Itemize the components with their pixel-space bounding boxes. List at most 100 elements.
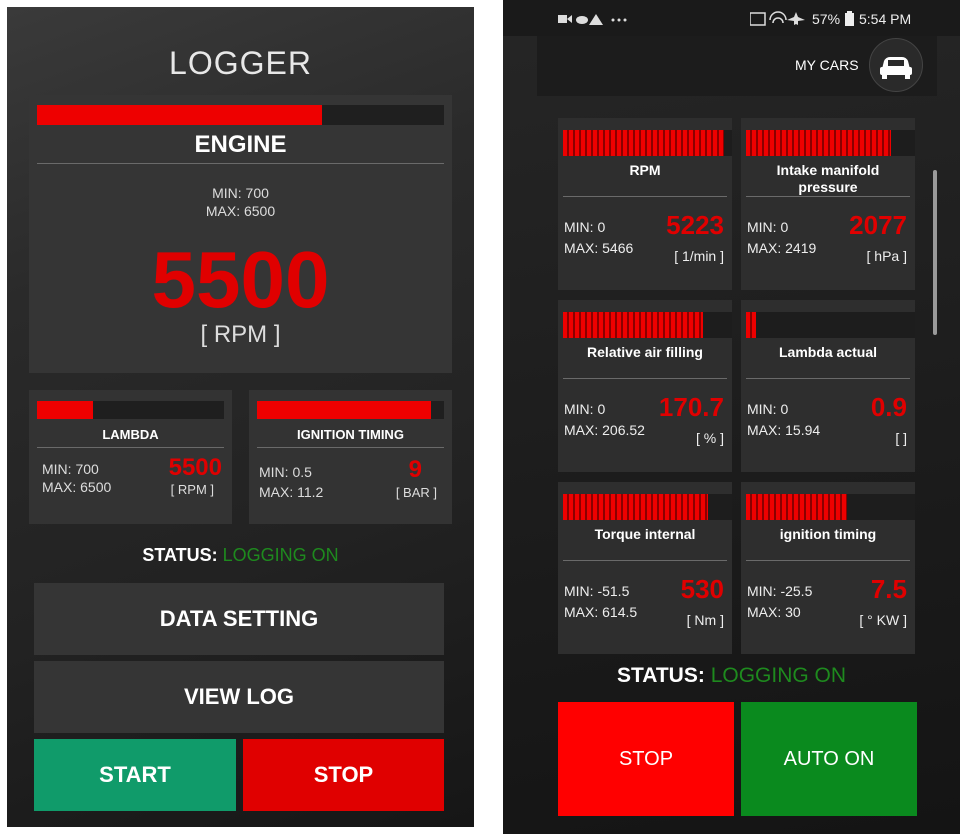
clock: 5:54 PM xyxy=(859,11,912,27)
lambda-level-bar xyxy=(37,401,224,419)
logger-screen: LOGGER ENGINE MIN: 700 MAX: 6500 5500 [ … xyxy=(7,7,474,827)
metric-min: MIN: 0 xyxy=(564,219,606,235)
metric-value: 530 xyxy=(680,574,724,604)
ignition-value: 9 xyxy=(408,456,422,483)
metric-level-fill xyxy=(563,494,709,520)
engine-min: MIN: 700 xyxy=(212,185,269,201)
notification-icons xyxy=(558,14,627,25)
lambda-label: LAMBDA xyxy=(102,427,159,442)
metric-min: MIN: 0 xyxy=(747,401,789,417)
metric-card: Intake manifold pressure MIN: 0 MAX: 2419 2… xyxy=(741,118,915,290)
metric-level-fill xyxy=(746,312,757,338)
status-label: STATUS: xyxy=(142,545,218,565)
page-title: LOGGER xyxy=(169,45,312,81)
engine-label: ENGINE xyxy=(194,131,287,158)
metric-title: ignition timing xyxy=(779,526,877,542)
ignition-unit: [ BAR ] xyxy=(395,485,437,500)
metric-level-fill xyxy=(746,130,892,156)
metric-title: RPM xyxy=(629,162,661,178)
engine-unit: [ RPM ] xyxy=(200,321,281,348)
metric-unit: [ % ] xyxy=(695,430,724,446)
metric-card: RPM MIN: 0 MAX: 5466 5223 [ 1/min ] xyxy=(558,118,732,290)
metric-min: MIN: 0 xyxy=(564,401,606,417)
lambda-unit: [ RPM ] xyxy=(170,482,214,497)
ignition-label: IGNITION TIMING xyxy=(297,427,404,442)
engine-level-bar xyxy=(37,105,444,125)
divider xyxy=(257,447,444,448)
divider xyxy=(563,378,727,379)
engine-max: MAX: 6500 xyxy=(205,203,276,219)
metric-level-bar xyxy=(746,312,915,338)
status-value: LOGGING ON xyxy=(710,664,847,687)
metric-level-fill xyxy=(746,494,848,520)
engine-value: 5500 xyxy=(151,235,330,324)
metric-min: MIN: -25.5 xyxy=(747,583,813,599)
divider xyxy=(746,196,910,197)
metric-unit: [ ° KW ] xyxy=(859,612,907,628)
ignition-min: MIN: 0.5 xyxy=(259,464,312,480)
ignition-level-fill xyxy=(257,401,431,419)
metric-title: Relative air filling xyxy=(587,344,703,360)
metric-max: MAX: 15.94 xyxy=(747,422,821,438)
status-line: STATUS: LOGGING ON xyxy=(7,545,474,566)
divider xyxy=(746,378,910,379)
metric-card: ignition timing MIN: -25.5 MAX: 30 7.5 [ ° K… xyxy=(741,482,915,654)
auto-on-button[interactable]: AUTO ON xyxy=(741,702,917,816)
engine-level-fill xyxy=(37,105,322,125)
stop-button[interactable]: STOP xyxy=(243,739,444,811)
lambda-level-fill xyxy=(37,401,94,419)
metric-max: MAX: 5466 xyxy=(564,240,634,256)
divider xyxy=(37,447,224,448)
metric-min: MIN: -51.5 xyxy=(564,583,630,599)
metric-level-bar xyxy=(563,312,732,338)
app-screen: 57% 5:54 PM MY CARS RPM MIN: 0 MAX: 5466 52… xyxy=(503,0,960,834)
metric-level-bar xyxy=(563,130,732,156)
metric-max: MAX: 614.5 xyxy=(564,604,638,620)
metric-card: Torque internal MIN: -51.5 MAX: 614.5 530 [ … xyxy=(558,482,732,654)
my-cars-button[interactable] xyxy=(869,38,923,92)
system-icons xyxy=(750,11,805,26)
battery-icon xyxy=(845,11,854,26)
view-log-button[interactable]: VIEW LOG xyxy=(34,661,444,733)
divider xyxy=(563,560,727,561)
metric-level-bar xyxy=(563,494,732,520)
my-cars-label[interactable]: MY CARS xyxy=(795,57,859,73)
metric-min: MIN: 0 xyxy=(747,219,789,235)
stop-button[interactable]: STOP xyxy=(558,702,734,816)
metric-title: Intake manifold pressure xyxy=(776,162,880,195)
metric-unit: [ Nm ] xyxy=(686,612,724,628)
metric-level-fill xyxy=(563,312,704,338)
divider xyxy=(563,196,727,197)
metric-unit: [ hPa ] xyxy=(866,248,907,264)
metric-level-bar xyxy=(746,494,915,520)
data-setting-button[interactable]: DATA SETTING xyxy=(34,583,444,655)
start-button[interactable]: START xyxy=(34,739,236,811)
metric-unit: [ 1/min ] xyxy=(674,248,724,264)
divider xyxy=(37,163,444,164)
ignition-level-bar xyxy=(257,401,444,419)
metric-value: 5223 xyxy=(666,210,724,240)
scrollbar[interactable] xyxy=(933,170,937,335)
metric-card: Lambda actual MIN: 0 MAX: 15.94 0.9 [ ] xyxy=(741,300,915,472)
metric-level-bar xyxy=(746,130,915,156)
lambda-min: MIN: 700 xyxy=(42,461,99,477)
status-bar: 57% 5:54 PM xyxy=(503,0,960,36)
status-label: STATUS: xyxy=(616,664,705,687)
metric-unit: [ ] xyxy=(895,430,907,446)
metric-value: 7.5 xyxy=(870,574,907,604)
engine-panel: ENGINE MIN: 700 MAX: 6500 5500 [ RPM ] xyxy=(29,95,452,373)
metric-level-fill xyxy=(563,130,724,156)
metric-max: MAX: 30 xyxy=(747,604,801,620)
metric-max: MAX: 2419 xyxy=(747,240,817,256)
status-line: STATUS: LOGGING ON xyxy=(503,664,960,688)
lambda-panel: LAMBDA MIN: 700 MAX: 6500 5500 [ RPM ] xyxy=(29,390,232,524)
ignition-max: MAX: 11.2 xyxy=(259,484,324,500)
app-header: MY CARS xyxy=(537,36,937,96)
car-icon xyxy=(880,57,912,79)
metric-card: Relative air filling MIN: 0 MAX: 206.52 170… xyxy=(558,300,732,472)
metric-value: 2077 xyxy=(849,210,907,240)
metric-value: 170.7 xyxy=(658,392,724,422)
divider xyxy=(746,560,910,561)
metric-title: Torque internal xyxy=(594,526,696,542)
metric-value: 0.9 xyxy=(870,392,907,422)
